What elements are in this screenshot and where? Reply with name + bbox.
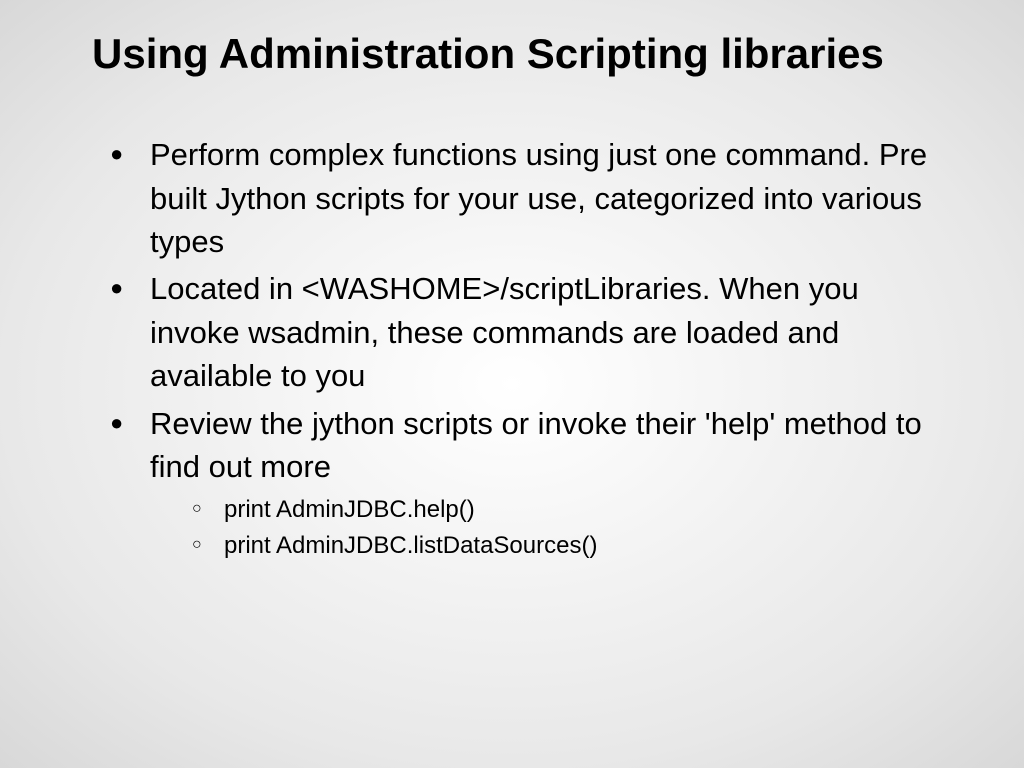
sub-bullet-item: print AdminJDBC.help() (200, 492, 954, 528)
sub-bullet-text: print AdminJDBC.help() (224, 496, 475, 523)
slide: Using Administration Scripting libraries… (0, 0, 1024, 598)
sub-bullet-text: print AdminJDBC.listDataSources() (224, 532, 597, 559)
bullet-item: Review the jython scripts or invoke thei… (120, 402, 954, 565)
sub-bullet-item: print AdminJDBC.listDataSources() (200, 528, 954, 564)
bullet-text: Review the jython scripts or invoke thei… (150, 406, 922, 484)
sub-bullet-list: print AdminJDBC.help() print AdminJDBC.l… (150, 492, 954, 564)
bullet-text: Perform complex functions using just one… (150, 137, 927, 259)
slide-title: Using Administration Scripting libraries (70, 30, 954, 78)
bullet-item: Located in <WASHOME>/scriptLibraries. Wh… (120, 267, 954, 397)
bullet-list: Perform complex functions using just one… (70, 133, 954, 564)
bullet-item: Perform complex functions using just one… (120, 133, 954, 263)
bullet-text: Located in <WASHOME>/scriptLibraries. Wh… (150, 271, 859, 393)
